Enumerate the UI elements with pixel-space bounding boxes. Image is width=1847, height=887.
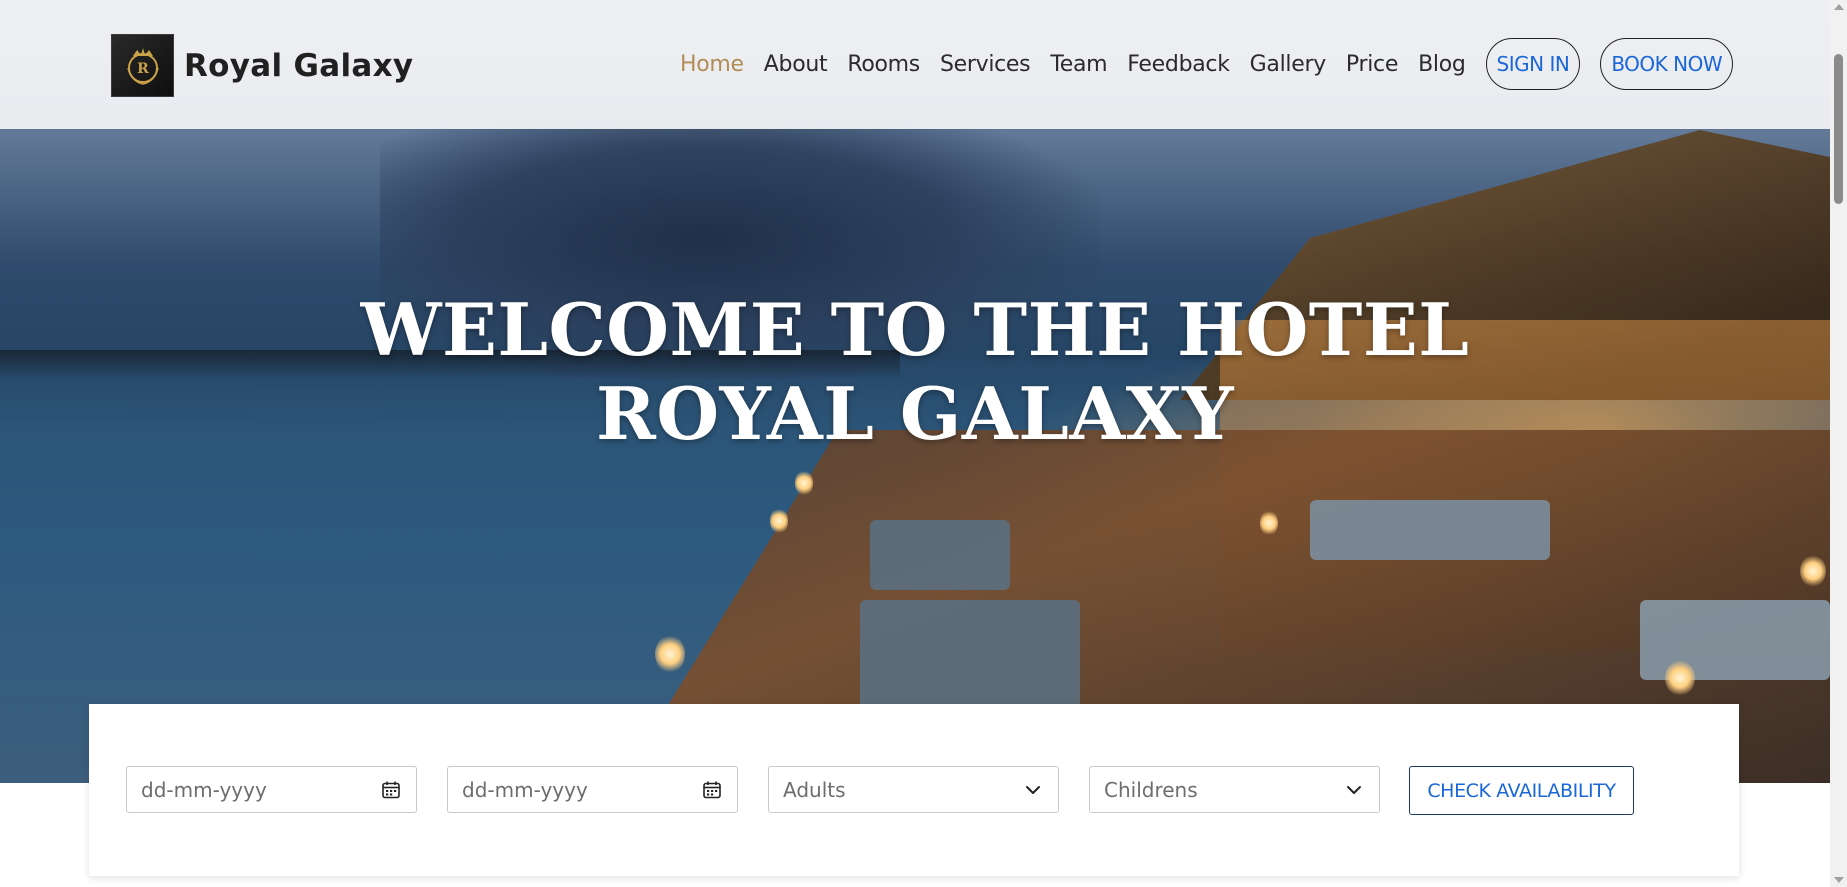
nav-item-services[interactable]: Services — [940, 52, 1031, 77]
svg-text:R: R — [137, 61, 149, 77]
chevron-down-icon — [1343, 779, 1365, 801]
scroll-down-arrow-icon[interactable] — [1834, 877, 1844, 883]
page: WELCOME TO THE HOTEL ROYAL GALAXY R Roya… — [0, 0, 1847, 887]
main-nav: Home About Rooms Services Team Feedback … — [680, 38, 1734, 90]
nav-item-home[interactable]: Home — [680, 52, 744, 77]
brand[interactable]: R Royal Galaxy — [111, 34, 413, 97]
nav-item-price[interactable]: Price — [1346, 52, 1398, 77]
calendar-icon[interactable] — [380, 779, 402, 801]
nav-item-feedback[interactable]: Feedback — [1127, 52, 1230, 77]
check-availability-button[interactable]: CHECK AVAILABILITY — [1409, 766, 1634, 815]
hero-title: WELCOME TO THE HOTEL ROYAL GALAXY — [360, 287, 1470, 456]
check-in-date-input[interactable]: dd-mm-yyyy — [126, 766, 417, 813]
scrollbar-thumb[interactable] — [1834, 54, 1843, 204]
hero-sofa — [1310, 500, 1550, 560]
nav-item-gallery[interactable]: Gallery — [1250, 52, 1327, 77]
children-select[interactable]: Childrens — [1089, 766, 1380, 813]
check-out-date-input[interactable]: dd-mm-yyyy — [447, 766, 738, 813]
sign-in-button[interactable]: SIGN IN — [1485, 38, 1581, 90]
hero-lamp — [770, 508, 788, 534]
chevron-down-icon — [1022, 779, 1044, 801]
children-select-value: Childrens — [1104, 777, 1198, 802]
site-header: R Royal Galaxy Home About Rooms Services… — [0, 0, 1830, 129]
calendar-icon[interactable] — [701, 779, 723, 801]
hero-lamp — [655, 635, 685, 673]
adults-select-value: Adults — [783, 777, 846, 802]
nav-item-blog[interactable]: Blog — [1418, 52, 1466, 77]
check-out-placeholder: dd-mm-yyyy — [462, 777, 588, 802]
hero-lamp — [1260, 510, 1278, 536]
hero-lamp — [795, 470, 813, 496]
brand-logo[interactable]: R — [111, 34, 174, 97]
hero-lamp — [1665, 660, 1695, 696]
hero-sofa — [860, 600, 1080, 710]
nav-item-rooms[interactable]: Rooms — [847, 52, 920, 77]
crest-icon: R — [126, 47, 159, 85]
brand-name[interactable]: Royal Galaxy — [184, 48, 413, 84]
adults-select[interactable]: Adults — [768, 766, 1059, 813]
hero-lamp — [1800, 555, 1826, 587]
booking-panel: dd-mm-yyyy dd-mm-yyyy Adults Childrens C… — [89, 704, 1739, 876]
check-in-placeholder: dd-mm-yyyy — [141, 777, 267, 802]
nav-item-team[interactable]: Team — [1050, 52, 1107, 77]
nav-item-about[interactable]: About — [764, 52, 828, 77]
scroll-up-arrow-icon[interactable] — [1834, 4, 1844, 10]
page-scrollbar[interactable] — [1830, 0, 1847, 887]
hero-sofa — [870, 520, 1010, 590]
book-now-button[interactable]: BOOK NOW — [1600, 38, 1734, 90]
